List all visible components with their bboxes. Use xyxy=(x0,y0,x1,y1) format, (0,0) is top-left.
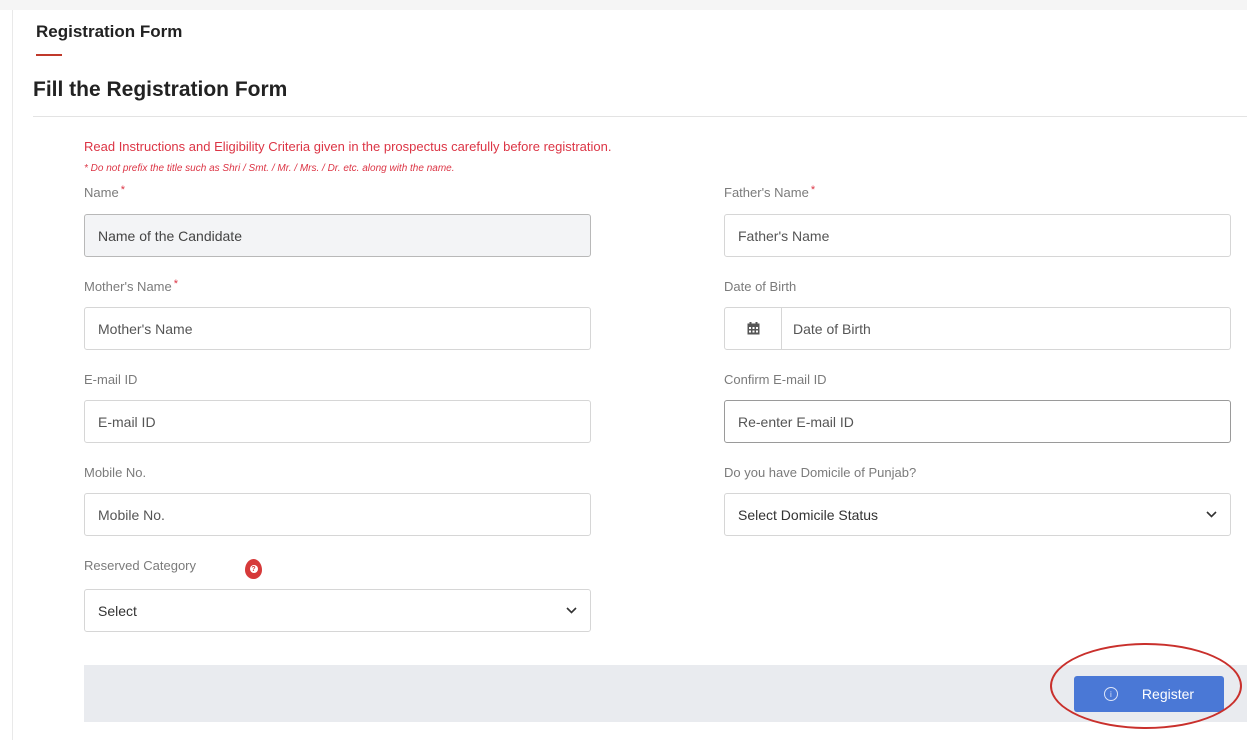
domicile-select[interactable]: Select Domicile Status xyxy=(724,493,1231,536)
mobile-input[interactable] xyxy=(84,493,591,536)
left-border xyxy=(12,10,13,740)
mother-name-label: Mother's Name * xyxy=(84,278,179,294)
email-input[interactable] xyxy=(84,400,591,443)
page-title: Fill the Registration Form xyxy=(33,78,288,101)
domicile-selected: Select Domicile Status xyxy=(738,506,879,523)
category-label: Reserved Category xyxy=(84,558,196,573)
name-input[interactable] xyxy=(84,214,591,257)
name-label-text: Name xyxy=(84,185,119,200)
dob-label: Date of Birth xyxy=(724,279,797,294)
mobile-label: Mobile No. xyxy=(84,465,147,480)
category-selected: Select xyxy=(98,602,137,619)
info-icon: i xyxy=(1103,687,1118,701)
divider xyxy=(33,116,1247,117)
father-name-input[interactable] xyxy=(724,214,1231,257)
form-footer xyxy=(84,665,1247,722)
calendar-icon[interactable] xyxy=(725,308,782,349)
name-label: Name * xyxy=(84,184,125,200)
mother-name-label-text: Mother's Name xyxy=(84,279,172,294)
dob-input[interactable] xyxy=(782,308,1230,349)
confirm-email-label: Confirm E-mail ID xyxy=(724,372,827,387)
mother-name-input[interactable] xyxy=(84,307,591,350)
question-icon[interactable]: ? xyxy=(245,559,262,579)
required-mark: * xyxy=(810,184,816,196)
required-mark: * xyxy=(120,184,125,196)
tab-underline xyxy=(36,54,62,56)
instructions-notice: Read Instructions and Eligibility Criter… xyxy=(84,139,612,154)
register-label: Register xyxy=(1141,686,1195,702)
chevron-down-icon xyxy=(566,607,577,614)
top-bar xyxy=(0,0,1247,10)
father-name-label-text: Father's Name xyxy=(724,185,809,200)
email-label: E-mail ID xyxy=(84,372,138,387)
register-button[interactable]: i Register xyxy=(1074,676,1224,712)
dob-field[interactable] xyxy=(724,307,1231,350)
category-select[interactable]: Select xyxy=(84,589,591,632)
tab-title: Registration Form xyxy=(36,22,183,41)
father-name-label: Father's Name * xyxy=(724,184,816,200)
confirm-email-input[interactable] xyxy=(724,400,1231,443)
chevron-down-icon xyxy=(1206,511,1217,518)
domicile-label: Do you have Domicile of Punjab? xyxy=(724,465,917,480)
name-prefix-notice: * Do not prefix the title such as Shri /… xyxy=(84,163,455,174)
required-mark: * xyxy=(173,278,179,290)
